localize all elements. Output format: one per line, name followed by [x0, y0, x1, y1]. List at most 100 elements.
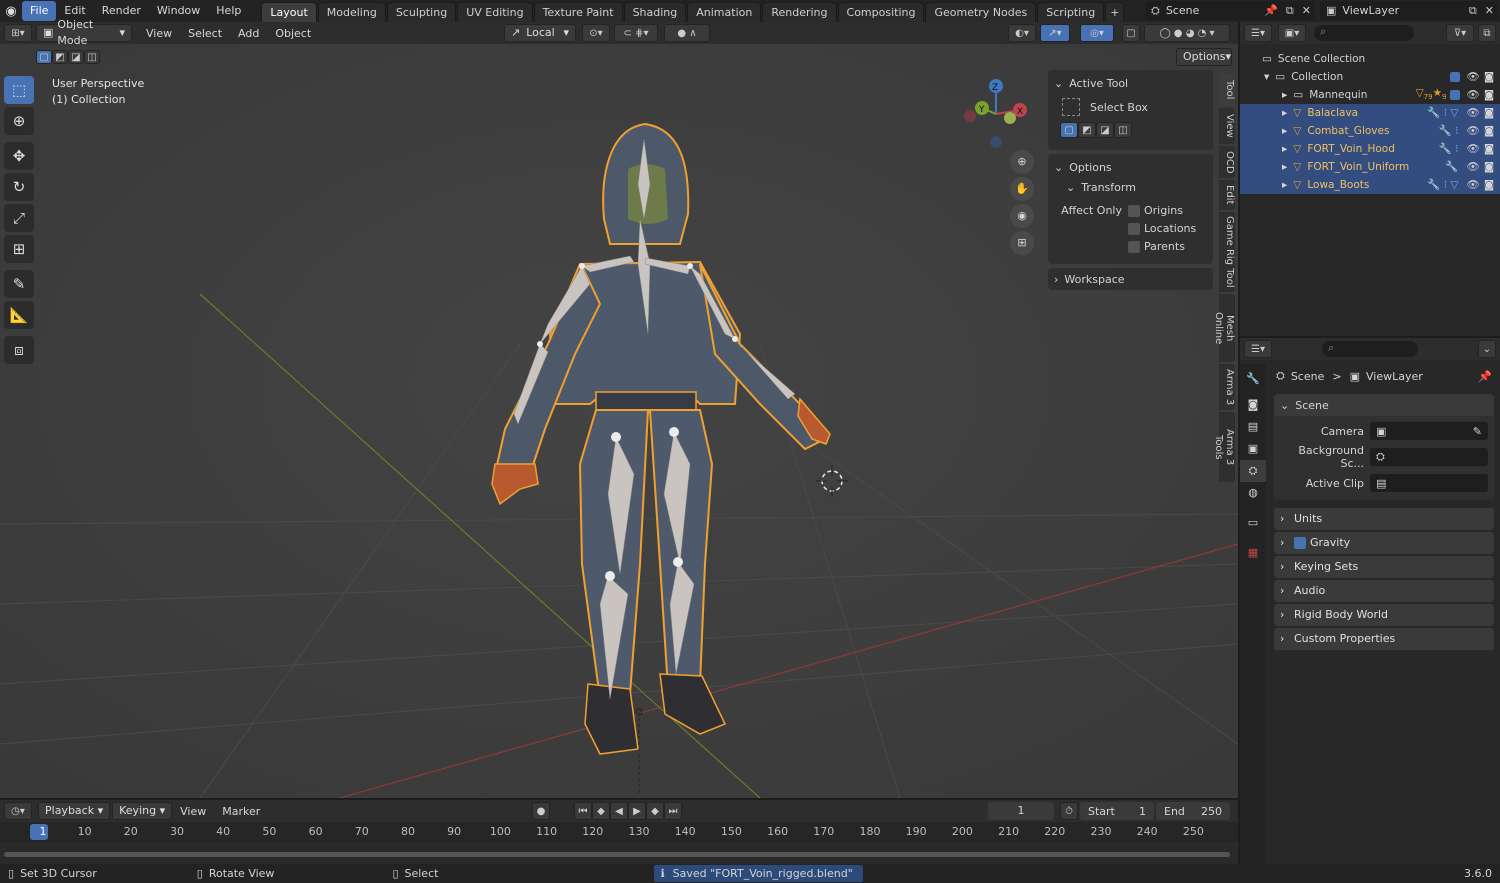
new-scene-icon[interactable]: ⧉ — [1282, 4, 1298, 18]
scale-tool-icon[interactable]: ⤢ — [4, 204, 34, 232]
filter-icon[interactable]: ⊽▾ — [1446, 24, 1474, 42]
output-tab-icon[interactable]: ▤ — [1240, 416, 1266, 438]
tab-arma-3-tools[interactable]: Arma 3 Tools — [1213, 412, 1235, 482]
timeline-view-menu[interactable]: View — [172, 805, 214, 818]
new-collection-icon[interactable]: ⧉ — [1478, 24, 1496, 42]
playback-menu[interactable]: Playback ▾ — [38, 802, 111, 820]
select-box-tool-icon[interactable]: ⬚ — [4, 76, 34, 104]
rotate-tool-icon[interactable]: ↻ — [4, 173, 34, 201]
overlay-icon[interactable]: ◎▾ — [1080, 24, 1114, 42]
render-camera-icon[interactable]: ◙ — [1484, 68, 1494, 86]
world-tab-icon[interactable]: ◍ — [1240, 482, 1266, 504]
orientation-dropdown[interactable]: ↗ Local ▾ — [504, 24, 576, 42]
xray-icon[interactable]: ▢ — [1122, 24, 1140, 42]
grid-view-icon[interactable]: ⊞ — [1010, 231, 1034, 255]
next-keyframe-icon[interactable]: ◆ — [646, 802, 664, 820]
camera-field[interactable]: ▣ ✎ — [1370, 422, 1488, 440]
scene-panel-header[interactable]: ⌄ Scene — [1274, 394, 1494, 416]
properties-editor-icon[interactable]: ☰▾ — [1244, 340, 1272, 358]
tab-game-rig-tool[interactable]: Game Rig Tool — [1219, 212, 1235, 292]
render-camera-icon[interactable]: ◙ — [1484, 158, 1494, 176]
properties-search-input[interactable]: ⌕ — [1322, 341, 1418, 357]
tab-mesh-online[interactable]: Mesh Online — [1213, 294, 1235, 362]
tab-rendering[interactable]: Rendering — [762, 2, 837, 22]
annotate-tool-icon[interactable]: ✎ — [4, 270, 34, 298]
camera-icon[interactable]: ◉ — [1010, 204, 1034, 228]
gravity-section[interactable]: › Gravity — [1274, 532, 1494, 554]
select-subtract-icon[interactable]: ◪ — [1096, 122, 1114, 138]
tab-layout[interactable]: Layout — [261, 2, 317, 22]
menu-window[interactable]: Window — [149, 1, 208, 21]
timeline-editor-icon[interactable]: ◷▾ — [4, 802, 32, 820]
expand-arrow-icon[interactable]: ▸ — [1282, 176, 1287, 194]
exclude-checkbox[interactable] — [1450, 90, 1461, 100]
tab-geometry-nodes[interactable]: Geometry Nodes — [925, 2, 1037, 22]
tab-view[interactable]: View — [1219, 108, 1235, 144]
menu-select[interactable]: Select — [180, 27, 230, 40]
select-extend-icon[interactable]: ◩ — [52, 50, 68, 64]
snap-icon[interactable]: ⊂ ⋕▾ — [614, 24, 658, 42]
tab-animation[interactable]: Animation — [687, 2, 762, 22]
viewlayer-tab-icon[interactable]: ▣ — [1240, 438, 1266, 460]
menu-view[interactable]: View — [138, 27, 180, 40]
select-intersect-icon[interactable]: ◫ — [1114, 122, 1132, 138]
visibility-icon[interactable]: ◐▾ — [1008, 24, 1036, 42]
tab-tool[interactable]: Tool — [1219, 74, 1235, 106]
remove-scene-icon[interactable]: ✕ — [1298, 4, 1315, 17]
outliner-item-balaclava[interactable]: ▸ ▽ Balaclava 🔧 ⁝ ▽ 👁 ◙ — [1240, 104, 1500, 122]
scene-tab-icon[interactable]: ⛭ — [1240, 460, 1266, 482]
eye-icon[interactable]: 👁 — [1466, 68, 1479, 86]
tab-sculpting[interactable]: Sculpting — [386, 2, 457, 22]
keying-menu[interactable]: Keying ▾ — [112, 802, 173, 820]
prev-keyframe-icon[interactable]: ◆ — [592, 802, 610, 820]
outliner-item-fort-voin-uniform[interactable]: ▸ ▽ FORT_Voin_Uniform 🔧 👁 ◙ — [1240, 158, 1500, 176]
tab-compositing[interactable]: Compositing — [837, 2, 925, 22]
expand-arrow-icon[interactable]: ▸ — [1282, 86, 1287, 104]
eye-icon[interactable]: 👁 — [1466, 122, 1479, 140]
menu-object[interactable]: Object — [267, 27, 319, 40]
display-mode-icon[interactable]: ▣▾ — [1278, 24, 1306, 42]
options-header[interactable]: ⌄ Options — [1054, 158, 1207, 176]
add-cube-tool-icon[interactable]: ⧈ — [4, 336, 34, 364]
start-frame-field[interactable]: Start 1 — [1080, 802, 1154, 820]
eye-icon[interactable]: 👁 — [1466, 176, 1479, 194]
audio-section[interactable]: › Audio — [1274, 580, 1494, 602]
active-clip-field[interactable]: ▤ — [1370, 474, 1488, 492]
tab-arma-3[interactable]: Arma 3 — [1219, 364, 1235, 410]
custom-properties-section[interactable]: › Custom Properties — [1274, 628, 1494, 650]
eye-icon[interactable]: 👁 — [1466, 158, 1479, 176]
3d-viewport[interactable]: ▢ ◩ ◪ ◫ User Perspective (1) Collection … — [0, 44, 1238, 798]
shading-modes-icon[interactable]: ◯ ● ◕ ◔ ▾ — [1144, 24, 1230, 42]
expand-arrow-icon[interactable]: ▸ — [1282, 104, 1287, 122]
exclude-checkbox[interactable] — [1450, 72, 1461, 82]
render-tab-icon[interactable]: ◙ — [1240, 394, 1266, 416]
tab-modeling[interactable]: Modeling — [317, 2, 386, 22]
navigation-gizmo[interactable]: Z X Y — [956, 74, 1036, 154]
play-icon[interactable]: ▶ — [628, 802, 646, 820]
play-reverse-icon[interactable]: ◀ — [610, 802, 628, 820]
measure-tool-icon[interactable]: 📐 — [4, 301, 34, 329]
transform-header[interactable]: ⌄ Transform — [1066, 178, 1207, 196]
scene-collection-row[interactable]: ▭ Scene Collection — [1240, 50, 1500, 68]
scene-selector[interactable]: ⛭ Scene 📌 ⧉ ✕ — [1145, 1, 1315, 20]
origins-checkbox[interactable] — [1128, 204, 1140, 217]
move-tool-icon[interactable]: ✥ — [4, 142, 34, 170]
viewlayer-selector[interactable]: ▣ ViewLayer ⧉ ✕ — [1320, 1, 1498, 20]
select-extend-icon[interactable]: ◩ — [1078, 122, 1096, 138]
timeline-scrollbar[interactable] — [0, 842, 1238, 864]
tab-texture-paint[interactable]: Texture Paint — [533, 2, 623, 22]
render-camera-icon[interactable]: ◙ — [1484, 104, 1494, 122]
options-dropdown[interactable]: Options ▾ — [1176, 48, 1232, 66]
jump-start-icon[interactable]: ⏮ — [574, 802, 592, 820]
eye-icon[interactable]: 👁 — [1466, 104, 1479, 122]
select-new-icon[interactable]: ▢ — [1060, 122, 1078, 138]
tab-edit[interactable]: Edit — [1219, 180, 1235, 210]
select-subtract-icon[interactable]: ◪ — [68, 50, 84, 64]
collection-row[interactable]: ▾ ▭ Collection 👁 ◙ — [1240, 68, 1500, 86]
background-scene-field[interactable]: ⛭ — [1370, 448, 1488, 466]
tool-tab-icon[interactable]: 🔧 — [1240, 368, 1266, 390]
texture-tab-icon[interactable]: ▦ — [1240, 542, 1266, 564]
outliner-item-fort-voin-hood[interactable]: ▸ ▽ FORT_Voin_Hood 🔧 ⁝ 👁 ◙ — [1240, 140, 1500, 158]
jump-end-icon[interactable]: ⏭ — [664, 802, 682, 820]
expand-arrow-icon[interactable]: ▾ — [1264, 68, 1269, 86]
